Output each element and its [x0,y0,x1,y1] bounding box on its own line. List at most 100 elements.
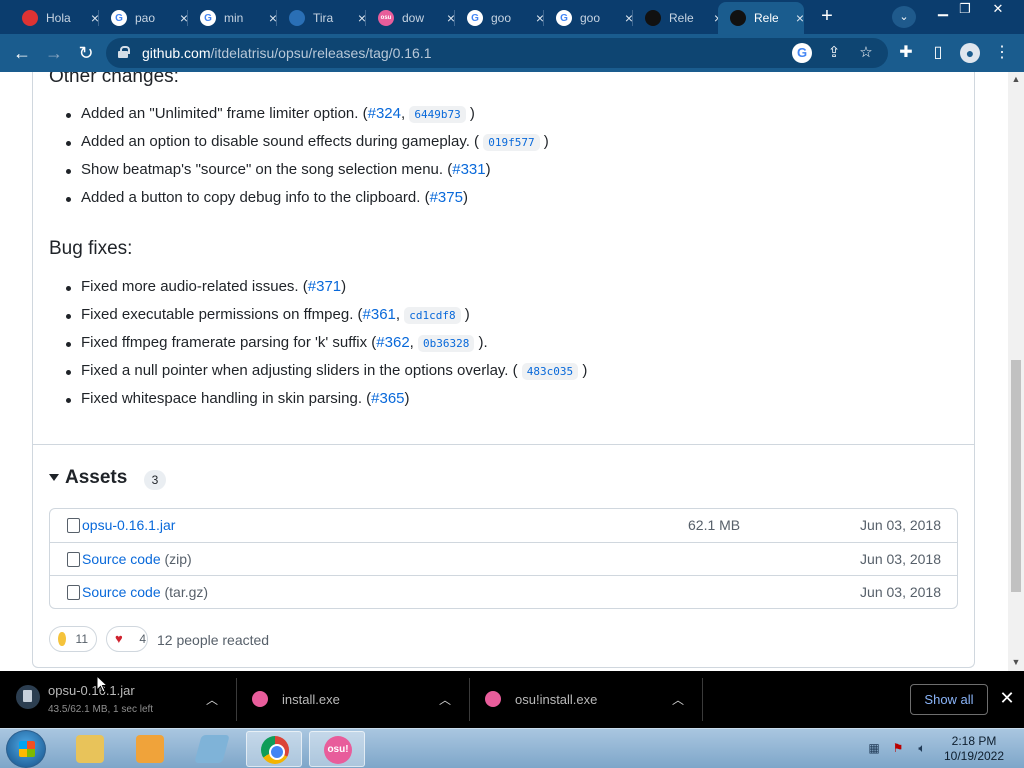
url-host: github.com [142,45,211,61]
chevron-up-icon[interactable]: ︿ [204,691,220,707]
other-changes-heading: Other changes: [49,72,179,87]
item-text: Show beatmap's "source" on the song sele… [81,161,453,178]
item-text: Fixed whitespace handling in skin parsin… [81,390,372,407]
wikipedia-icon [289,10,305,26]
asset-size: 62.1 MB [688,517,741,533]
assets-list: opsu-0.16.1.jar 62.1 MB Jun 03, 2018 Sou… [49,508,958,609]
commit-link[interactable]: 483c035 [521,363,579,380]
restore-icon[interactable]: ❐ [950,0,980,18]
menu-kebab-icon[interactable]: ⋮ [992,43,1012,63]
tray-flag-icon[interactable]: ⚑ [890,741,906,757]
taskbar-chrome[interactable] [246,731,302,767]
mouse-cursor-icon [96,675,108,693]
issue-link[interactable]: #375 [430,189,463,206]
asset-name: opsu-0.16.1.jar [82,517,176,533]
google-icon: G [111,10,127,26]
taskbar-explorer[interactable] [62,731,118,767]
download-item-install[interactable]: install.exe ︿ [236,671,469,728]
google-lens-icon[interactable]: G [792,43,812,63]
paint-icon [194,735,230,763]
list-item: Added a button to copy debug info to the… [66,189,468,206]
tab-goo-2[interactable]: Ggoo × [544,2,633,34]
list-item: Added an "Unlimited" frame limiter optio… [66,105,475,123]
tab-dow[interactable]: osu dow × [366,2,455,34]
scroll-up-icon[interactable]: ▲ [1008,74,1024,86]
assets-toggle[interactable]: Assets [49,467,127,489]
list-item: Fixed ffmpeg framerate parsing for 'k' s… [66,334,488,352]
item-text-end: ) [539,133,549,150]
scroll-down-icon[interactable]: ▼ [1008,657,1024,669]
chevron-up-icon[interactable]: ︿ [670,691,686,707]
scroll-thumb[interactable] [1011,360,1021,592]
osu-icon [485,691,501,707]
download-shelf: opsu-0.16.1.jar 43.5/62.1 MB, 1 sec left… [0,671,1024,728]
lock-icon [118,46,130,58]
item-text: Fixed more audio-related issues. ( [81,278,308,295]
item-text: Added a button to copy debug info to the… [81,189,430,206]
issue-link[interactable]: #371 [308,278,341,295]
reaction-smile-button[interactable]: 11 [49,626,97,652]
tray-network-icon[interactable]: ▦ [866,741,882,757]
commit-link[interactable]: 0b36328 [418,335,475,352]
taskbar-osu[interactable]: osu! [309,731,365,767]
volume-icon[interactable]: 🔈︎ [914,741,930,757]
item-text-end: ) [462,189,468,206]
separator-text: , [395,306,405,323]
issue-link[interactable]: #365 [371,390,404,407]
tab-search-icon[interactable]: ⌄ [892,6,916,28]
extensions-icon[interactable]: ✚ [896,43,916,63]
taskbar-media-player[interactable] [122,731,178,767]
issue-link[interactable]: #324 [368,105,401,122]
reaction-heart-button[interactable]: ♥ 4 [106,626,148,652]
download-item-osu-install[interactable]: osu!install.exe ︿ [469,671,702,728]
close-icon[interactable]: ✕ [998,689,1016,707]
share-icon[interactable]: ⇪ [824,43,844,63]
asset-row: Source code (tar.gz) Jun 03, 2018 [50,575,957,608]
windows-taskbar: osu! ▦ ⚑ 🔈︎ 2:18 PM 10/19/2022 [0,728,1024,768]
clock-time: 2:18 PM [951,734,997,748]
tab-hola[interactable]: Hola × [10,2,99,34]
asset-link-zip[interactable]: Source code (zip) [82,551,192,567]
tab-pao[interactable]: Gpao × [99,2,188,34]
asset-link-targz[interactable]: Source code (tar.gz) [82,584,208,600]
tab-tira[interactable]: Tira × [277,2,366,34]
taskbar-paint[interactable] [184,731,240,767]
issue-link[interactable]: #331 [452,161,485,178]
side-panel-icon[interactable]: ▯ [928,43,948,63]
assets-count-badge: 3 [144,470,166,490]
commit-link[interactable]: cd1cdf8 [404,307,461,324]
tab-rele-active[interactable]: Rele × [718,2,804,34]
browser-tab-strip: Hola × Gpao × Gmin × Tira × osu dow × Ggoo × Gg… [0,0,1024,34]
reaction-count: 4 [139,632,147,646]
tab-min[interactable]: Gmin × [188,2,277,34]
window-close-icon[interactable]: ✕ [984,0,1012,18]
commit-link[interactable]: 6449b73 [409,106,466,123]
chevron-up-icon[interactable]: ︿ [437,691,453,707]
list-item: Fixed a null pointer when adjusting slid… [65,362,588,380]
back-icon[interactable]: ← [10,41,34,65]
address-bar[interactable]: github.com/itdelatrisu/opsu/releases/tag… [106,38,888,68]
item-text-end: ) [460,306,470,323]
issue-link[interactable]: #362 [376,334,409,351]
tab-goo-1[interactable]: Ggoo × [455,2,544,34]
smile-emoji-icon [58,632,66,646]
system-clock[interactable]: 2:18 PM 10/19/2022 [934,734,1014,764]
page-scrollbar[interactable]: ▲ ▼ [1008,72,1024,671]
asset-date: Jun 03, 2018 [860,551,941,567]
commit-link[interactable]: 019f577 [483,134,540,151]
issue-link[interactable]: #361 [363,306,396,323]
url-text[interactable]: github.com/itdelatrisu/opsu/releases/tag… [142,45,432,61]
download-item-jar[interactable]: opsu-0.16.1.jar 43.5/62.1 MB, 1 sec left… [0,671,236,728]
profile-avatar-icon[interactable]: ● [960,43,980,63]
start-button[interactable] [6,730,46,768]
bookmark-star-icon[interactable]: ☆ [856,43,876,63]
new-tab-button[interactable]: + [816,6,838,28]
asset-link-jar[interactable]: opsu-0.16.1.jar [82,517,175,533]
close-icon[interactable]: × [796,10,804,26]
osu-icon [252,691,268,707]
tab-rele-1[interactable]: Rele× [633,2,722,34]
reload-icon[interactable]: ↻ [74,41,98,65]
forward-icon[interactable]: → [42,41,66,65]
item-text-end: ) [578,362,588,379]
show-all-button[interactable]: Show all [910,684,988,715]
